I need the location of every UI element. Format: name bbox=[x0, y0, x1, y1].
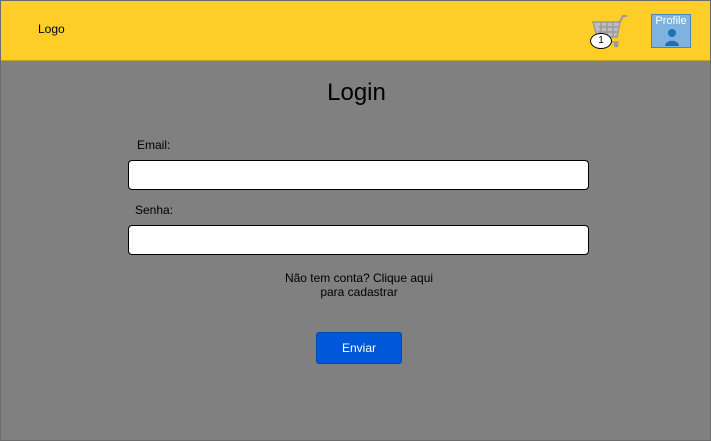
password-field[interactable] bbox=[128, 225, 589, 255]
email-label: Email: bbox=[137, 138, 171, 152]
cart-count-badge: 1 bbox=[590, 33, 612, 49]
signup-link[interactable]: Não tem conta? Clique aqui para cadastra… bbox=[259, 271, 459, 299]
email-field[interactable] bbox=[128, 160, 589, 190]
logo[interactable]: Logo bbox=[38, 22, 65, 36]
header-bar: Logo 1 Profile bbox=[1, 1, 710, 61]
profile-label: Profile bbox=[655, 15, 687, 27]
signup-link-line1: Não tem conta? Clique aqui bbox=[284, 271, 434, 285]
page-title: Login bbox=[327, 79, 386, 106]
profile-button[interactable]: Profile bbox=[651, 14, 691, 48]
signup-link-line2: para cadastrar bbox=[320, 285, 398, 299]
submit-button[interactable]: Enviar bbox=[316, 332, 402, 364]
page-background: Logo 1 Profile Login Email: Senha: Não t… bbox=[0, 0, 711, 441]
password-label: Senha: bbox=[135, 203, 174, 217]
cart-button[interactable]: 1 bbox=[589, 13, 629, 49]
user-avatar-icon bbox=[665, 29, 679, 46]
